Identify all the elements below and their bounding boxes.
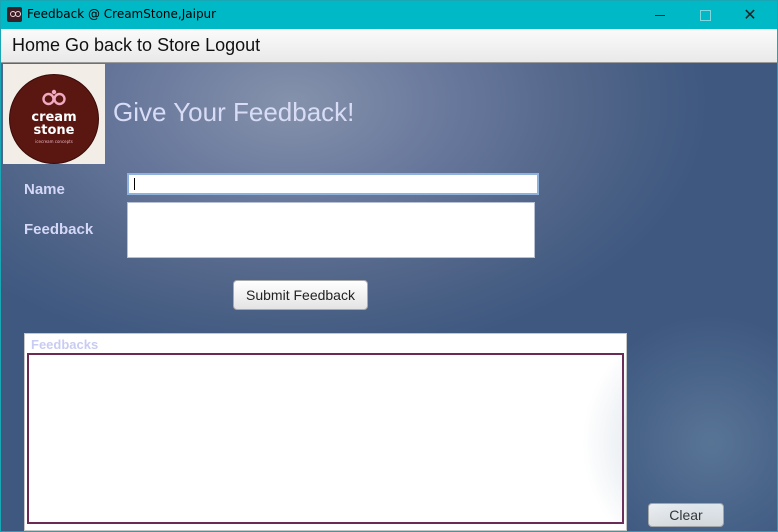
feedback-textarea[interactable]	[127, 202, 535, 258]
logo-circle: cream stone icecream concepts	[9, 74, 99, 164]
maximize-icon	[699, 9, 711, 21]
submit-feedback-button[interactable]: Submit Feedback	[233, 280, 368, 310]
name-label: Name	[24, 181, 65, 198]
logo-text-stone: stone	[33, 123, 75, 138]
name-input[interactable]	[127, 173, 539, 195]
app-window: Feedback @ CreamStone,Jaipur ✕ Home Go b…	[0, 0, 778, 532]
creamstone-logo: cream stone icecream concepts	[3, 64, 105, 164]
logo-tagline: icecream concepts	[35, 139, 73, 144]
page-title: Give Your Feedback!	[113, 97, 355, 127]
close-button[interactable]: ✕	[727, 1, 773, 29]
minimize-button[interactable]	[637, 1, 683, 29]
window-title: Feedback @ CreamStone,Jaipur	[27, 7, 217, 21]
clear-button[interactable]: Clear	[648, 503, 724, 527]
menu-item-home[interactable]: Home	[1, 35, 60, 56]
menu-item-go-back-to-store[interactable]: Go back to Store	[57, 35, 200, 56]
close-icon: ✕	[743, 5, 757, 24]
menu-bar: Home Go back to Store Logout	[1, 29, 777, 63]
menu-item-logout[interactable]: Logout	[197, 35, 260, 56]
creamstone-app-icon[interactable]	[7, 7, 22, 22]
maximize-button[interactable]	[682, 1, 728, 29]
feedbacks-title: Feedbacks	[31, 337, 99, 352]
main-content: cream stone icecream concepts Give Your …	[1, 63, 777, 531]
minimize-icon	[655, 14, 665, 16]
title-bar[interactable]: Feedback @ CreamStone,Jaipur ✕	[1, 1, 777, 29]
feedback-label: Feedback	[24, 221, 94, 238]
infinity-icon	[42, 89, 66, 106]
feedbacks-panel: Feedbacks	[24, 333, 627, 531]
text-caret	[134, 178, 135, 190]
feedbacks-list[interactable]	[27, 353, 624, 524]
